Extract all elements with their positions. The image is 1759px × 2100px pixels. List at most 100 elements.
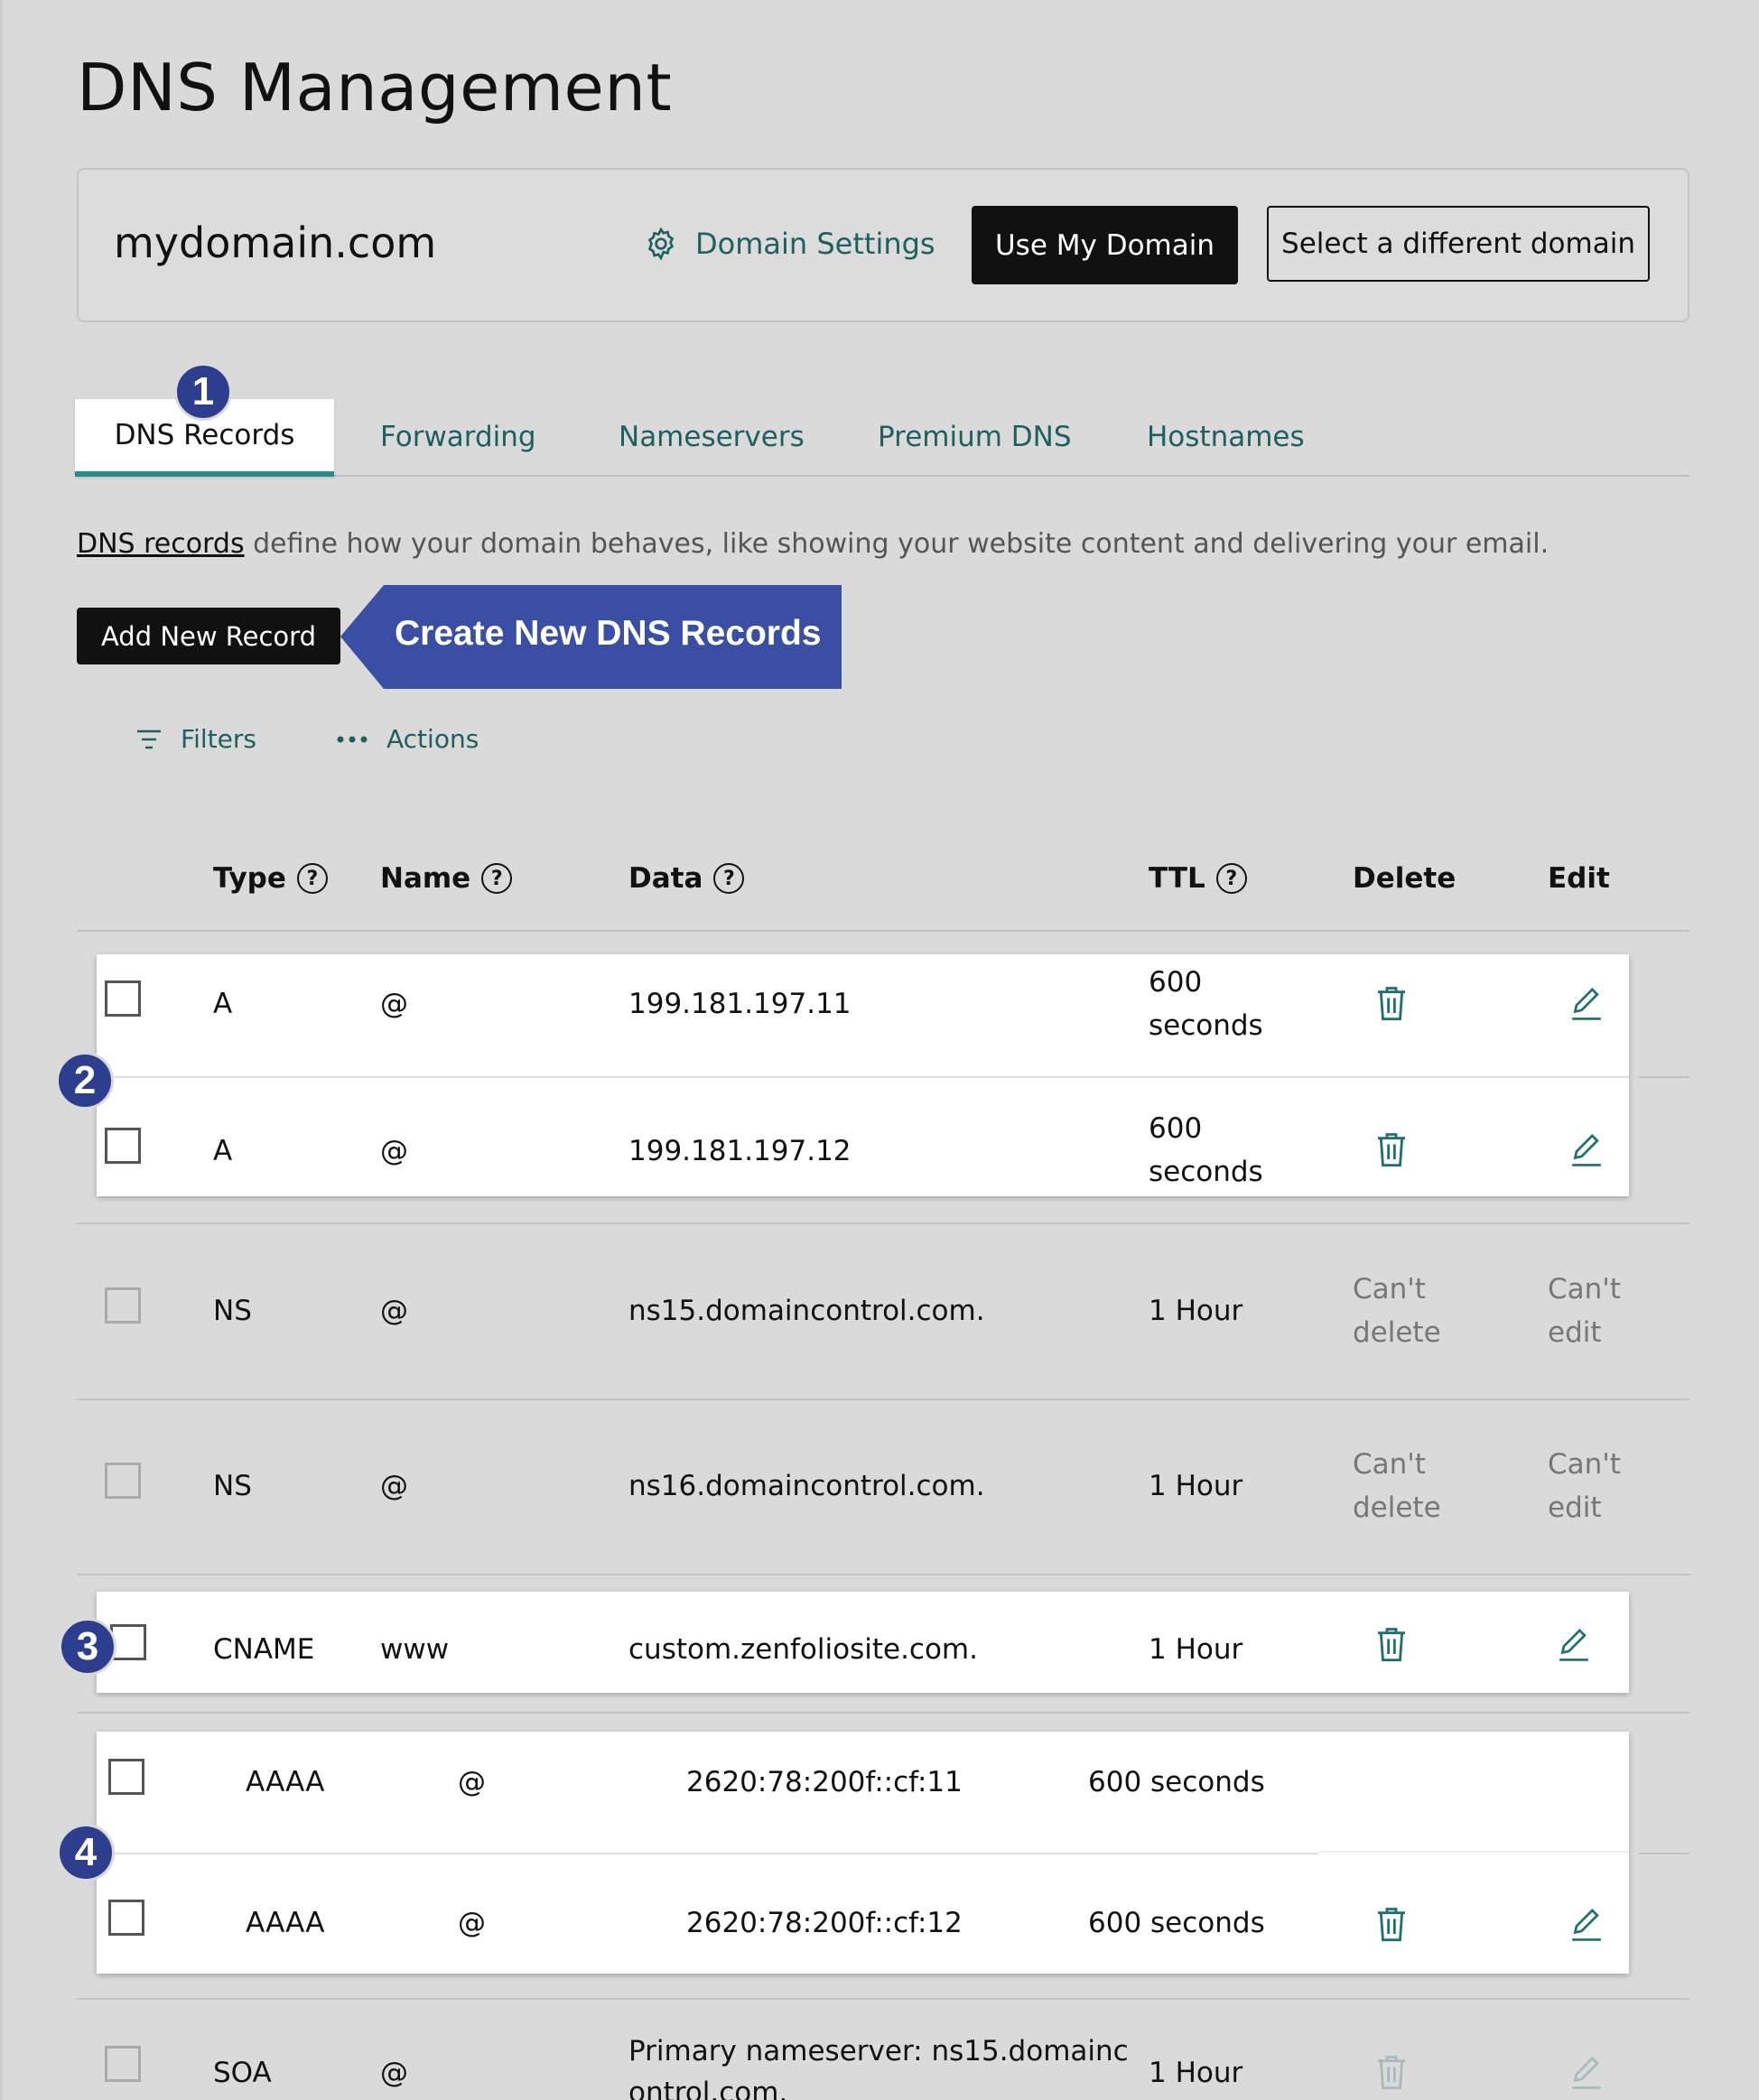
step-badge-1: 1 (174, 363, 232, 421)
row-checkbox-disabled (105, 1287, 141, 1324)
dns-description-text: define how your domain behaves, like sho… (244, 528, 1550, 560)
column-data-label: Data (628, 862, 703, 895)
record-type: SOA (213, 2057, 272, 2089)
page-title: DNS Management (77, 50, 673, 125)
record-ttl: 1 Hour (1149, 1295, 1243, 1327)
cant-delete-text: Can't (1353, 1273, 1426, 1306)
domain-settings-label: Domain Settings (695, 227, 935, 261)
column-delete-label: Delete (1353, 862, 1457, 895)
record-type: CNAME (213, 1633, 315, 1666)
trash-icon[interactable] (1373, 1625, 1410, 1665)
record-name: @ (380, 2057, 408, 2089)
column-edit-label: Edit (1548, 862, 1610, 895)
tab-hostnames[interactable]: Hostnames (1147, 421, 1305, 453)
column-header-data[interactable]: Data ? (628, 862, 745, 895)
trash-icon[interactable] (1373, 1905, 1410, 1945)
record-type: A (213, 1135, 233, 1167)
help-icon[interactable]: ? (296, 863, 328, 894)
row-divider (1639, 1853, 1689, 1854)
filter-icon (137, 729, 161, 748)
tab-premium-dns[interactable]: Premium DNS (878, 421, 1072, 453)
column-header-type[interactable]: Type ? (213, 862, 328, 895)
cant-edit-text: edit (1548, 1316, 1602, 1349)
record-name: @ (458, 1907, 486, 1939)
row-divider (97, 1076, 1629, 1078)
record-name: www (380, 1633, 450, 1666)
dns-records-link[interactable]: DNS records (77, 528, 245, 560)
row-checkbox[interactable] (108, 1759, 144, 1795)
step-badge-2: 2 (56, 1052, 114, 1110)
edit-pencil-icon[interactable] (1569, 984, 1604, 1022)
row-divider (1639, 1076, 1689, 1078)
record-name: @ (458, 1766, 486, 1798)
edit-pencil-icon[interactable] (1557, 1625, 1591, 1663)
step-badge-4: 4 (57, 1824, 115, 1882)
record-data: 199.181.197.11 (628, 988, 852, 1020)
row-divider (77, 1998, 1689, 2000)
record-data: custom.zenfoliosite.com. (628, 1633, 978, 1666)
record-name: @ (380, 988, 408, 1020)
row-divider (77, 1712, 1689, 1714)
cant-edit-text: Can't (1548, 1448, 1621, 1481)
record-ttl-value: 600 (1149, 1112, 1203, 1145)
edit-pencil-icon-disabled (1572, 2057, 1601, 2089)
actions-button[interactable]: Actions (336, 724, 479, 754)
more-icon (337, 736, 368, 742)
dns-description: DNS records define how your domain behav… (77, 528, 1549, 560)
record-data: 2620:78:200f::cf:12 (686, 1907, 963, 1939)
row-checkbox[interactable] (105, 1128, 141, 1164)
column-header-delete: Delete (1353, 862, 1456, 895)
record-type: AAAA (246, 1766, 325, 1798)
record-type: AAAA (246, 1907, 325, 1939)
trash-icon[interactable] (1373, 1130, 1410, 1170)
help-icon[interactable]: ? (1215, 863, 1247, 894)
tab-forwarding[interactable]: Forwarding (380, 421, 536, 453)
edit-pencil-icon[interactable] (1569, 1130, 1604, 1168)
cant-edit-text: edit (1548, 1491, 1602, 1524)
cant-delete-text: delete (1353, 1316, 1441, 1349)
trash-icon[interactable] (1373, 984, 1410, 1024)
actions-label: Actions (386, 724, 479, 754)
column-type-label: Type (213, 862, 286, 895)
row-checkbox[interactable] (105, 980, 141, 1017)
record-type: A (213, 988, 233, 1020)
help-icon[interactable]: ? (713, 863, 745, 894)
record-data: 199.181.197.12 (628, 1135, 852, 1167)
record-ttl: 1 Hour (1149, 1470, 1243, 1502)
record-data: ns16.domaincontrol.com. (628, 1470, 985, 1502)
row-divider (97, 1853, 1318, 1854)
page-edge (0, 0, 3, 2100)
tab-nameservers[interactable]: Nameservers (619, 421, 805, 453)
record-data: Primary nameserver: ns15.domainc (628, 2035, 1129, 2067)
cant-delete-text: Can't (1353, 1448, 1426, 1481)
edit-pencil-icon[interactable] (1569, 1905, 1604, 1943)
filters-label: Filters (181, 724, 256, 754)
row-divider (1318, 1851, 1629, 1853)
row-divider (77, 1574, 1689, 1575)
record-ttl-unit: seconds (1149, 1009, 1263, 1042)
record-name: @ (380, 1135, 408, 1167)
domain-settings-link[interactable]: Domain Settings (643, 226, 935, 262)
record-data: ns15.domaincontrol.com. (628, 1295, 985, 1327)
row-checkbox[interactable] (108, 1900, 144, 1936)
gear-icon (647, 227, 675, 261)
row-divider (77, 1398, 1689, 1400)
use-my-domain-button[interactable]: Use My Domain (972, 206, 1238, 284)
table-header-divider (77, 930, 1689, 932)
column-header-name[interactable]: Name ? (380, 862, 513, 895)
column-header-ttl[interactable]: TTL ? (1149, 862, 1247, 895)
column-ttl-label: TTL (1149, 862, 1205, 895)
record-name: @ (380, 1295, 408, 1327)
trash-icon-disabled (1378, 2056, 1405, 2090)
record-name: @ (380, 1470, 408, 1502)
record-ttl: 1 Hour (1149, 2057, 1243, 2089)
record-type: NS (213, 1470, 252, 1502)
help-icon[interactable]: ? (481, 863, 513, 894)
add-new-record-button[interactable]: Add New Record (77, 608, 340, 664)
record-data-continued: ontrol.com. (628, 2077, 788, 2100)
row-checkbox-disabled (105, 1463, 141, 1499)
select-different-domain-button[interactable]: Select a different domain (1267, 206, 1650, 282)
row-checkbox-disabled (105, 2046, 141, 2082)
record-ttl-value: 600 (1149, 966, 1203, 999)
filters-button[interactable]: Filters (135, 724, 256, 754)
